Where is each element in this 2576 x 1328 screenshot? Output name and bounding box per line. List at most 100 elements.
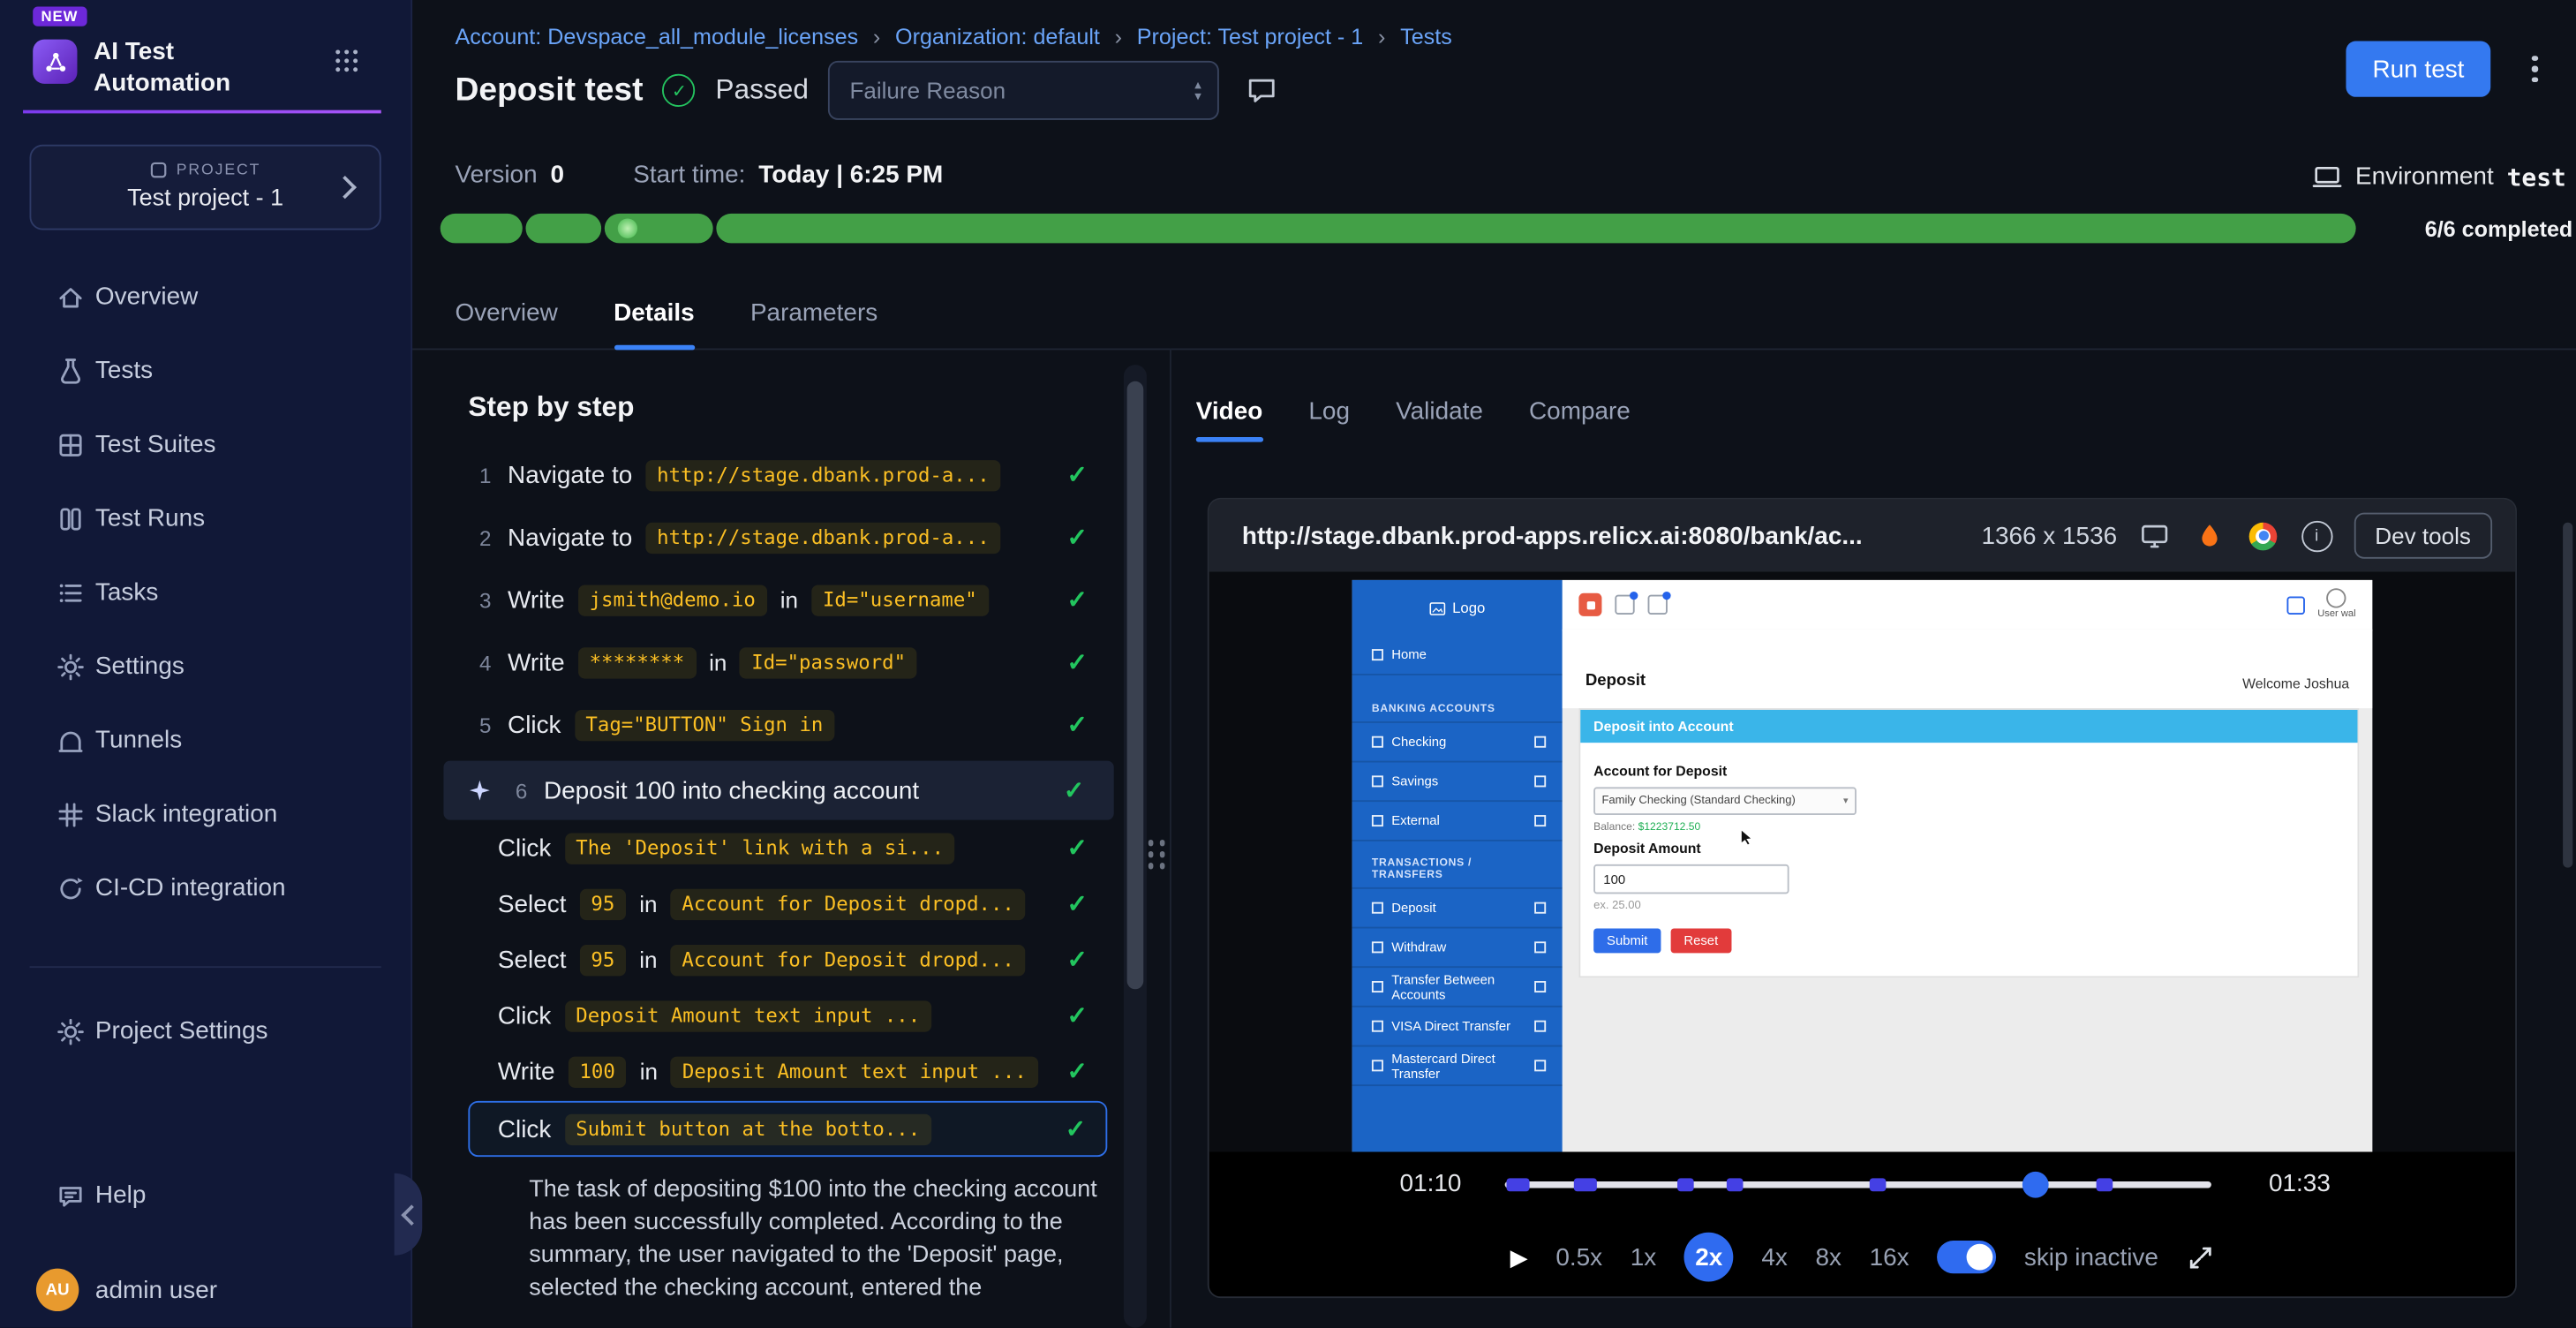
- substep-row-6-selected[interactable]: Click Submit button at the botto... ✓: [468, 1101, 1107, 1157]
- bank-topbar: User wal: [1563, 580, 2372, 631]
- skip-inactive-toggle[interactable]: [1937, 1241, 1996, 1273]
- tab-log[interactable]: Log: [1308, 397, 1350, 441]
- timeline-playhead[interactable]: [2022, 1172, 2049, 1198]
- sidebar-item-label: Overview: [95, 283, 198, 311]
- panel-divider: [1170, 349, 1171, 1328]
- speed-0_5x[interactable]: 0.5x: [1555, 1243, 1602, 1271]
- chrome-icon[interactable]: [2247, 519, 2279, 552]
- step-connector: in: [639, 891, 657, 917]
- progress-segment[interactable]: [441, 214, 523, 243]
- fullscreen-icon[interactable]: [2187, 1243, 2215, 1271]
- failure-reason-select[interactable]: Failure Reason ▴▾: [828, 61, 1219, 120]
- check-icon: ✓: [1067, 889, 1088, 918]
- tab-compare[interactable]: Compare: [1529, 397, 1631, 441]
- speed-16x[interactable]: 16x: [1870, 1243, 1909, 1271]
- steps-scrollbar-thumb[interactable]: [1127, 381, 1144, 990]
- substep-row-5[interactable]: Write 100 in Deposit Amount text input .…: [441, 1044, 1118, 1099]
- substep-row-2[interactable]: Select 95 in Account for Deposit dropd..…: [441, 876, 1118, 932]
- step-group-label: Deposit 100 into checking account: [544, 776, 919, 804]
- breadcrumb-separator: ›: [873, 25, 880, 49]
- panel-resize-handle[interactable]: [1143, 832, 1170, 878]
- dev-tools-button[interactable]: Dev tools: [2354, 513, 2492, 559]
- environment-info: Environment test: [2311, 161, 2566, 192]
- tab-validate[interactable]: Validate: [1396, 397, 1483, 441]
- sidebar-item-test-suites[interactable]: Test Suites: [0, 408, 411, 482]
- play-button[interactable]: ▶: [1510, 1243, 1528, 1271]
- page-scrollbar-thumb[interactable]: [2563, 523, 2572, 868]
- sidebar-item-slack-integration[interactable]: Slack integration: [0, 777, 411, 851]
- sidebar-item-label: Settings: [95, 653, 185, 681]
- bank-title-strip: [1563, 630, 2372, 708]
- step-target-chip: Account for Deposit dropd...: [670, 888, 1026, 919]
- breadcrumb-tests[interactable]: Tests: [1400, 25, 1452, 49]
- video-viewport[interactable]: Logo Home BANKING ACCOUNTS Checking Savi…: [1209, 572, 2515, 1152]
- user-menu[interactable]: AU admin user: [0, 1257, 411, 1323]
- bank-deposit-card: Deposit into Account Account for Deposit…: [1578, 708, 2359, 977]
- avatar: AU: [36, 1269, 79, 1311]
- timeline-marker: [1574, 1178, 1597, 1191]
- sidebar-nav-bottom: Project Settings: [0, 994, 411, 1068]
- tab-video[interactable]: Video: [1196, 397, 1263, 441]
- sidebar-item-project-settings[interactable]: Project Settings: [0, 994, 411, 1068]
- breadcrumb-project[interactable]: Project: Test project - 1: [1137, 25, 1363, 49]
- timeline-track[interactable]: [1505, 1181, 2211, 1188]
- sidebar-item-test-runs[interactable]: Test Runs: [0, 481, 411, 555]
- speed-4x[interactable]: 4x: [1761, 1243, 1787, 1271]
- status-badge: Passed: [715, 74, 809, 107]
- substep-row-3[interactable]: Select 95 in Account for Deposit dropd..…: [441, 932, 1118, 987]
- app-logo: [33, 40, 77, 84]
- comment-icon[interactable]: [1246, 74, 1278, 107]
- info-icon[interactable]: i: [2301, 520, 2332, 551]
- sidebar-item-overview[interactable]: Overview: [0, 260, 411, 334]
- timeline-marker: [1507, 1178, 1530, 1191]
- substep-row-4[interactable]: Click Deposit Amount text input ... ✓: [441, 987, 1118, 1043]
- apps-grid-icon[interactable]: [334, 48, 360, 74]
- step-row-2[interactable]: 2 Navigate to http://stage.dbank.prod-a.…: [441, 506, 1118, 569]
- new-badge: NEW: [33, 6, 86, 26]
- bank-nav-deposit: Deposit: [1352, 889, 1563, 929]
- sidebar-item-label: CI-CD integration: [95, 874, 286, 902]
- step-row-3[interactable]: 3 Write jsmith@demo.io in Id="username" …: [441, 569, 1118, 631]
- project-selector[interactable]: PROJECT Test project - 1: [29, 145, 380, 230]
- more-menu-icon[interactable]: [2523, 51, 2546, 87]
- incognito-flame-icon[interactable]: [2193, 519, 2226, 552]
- video-header: http://stage.dbank.prod-apps.relicx.ai:8…: [1209, 500, 2515, 572]
- step-target-chip: Deposit Amount text input ...: [564, 1000, 931, 1030]
- progress-segment[interactable]: [526, 214, 602, 243]
- bank-sidebar: Logo Home BANKING ACCOUNTS Checking Savi…: [1352, 580, 1563, 1152]
- step-target-chip: The 'Deposit' link with a si...: [564, 833, 955, 864]
- step-row-4[interactable]: 4 Write ******** in Id="password" ✓: [441, 631, 1118, 694]
- speed-1x[interactable]: 1x: [1631, 1243, 1656, 1271]
- sidebar-item-tunnels[interactable]: Tunnels: [0, 703, 411, 777]
- progress-segment[interactable]: [716, 214, 2355, 243]
- main-content: Account: Devspace_all_module_licenses › …: [411, 0, 2576, 1328]
- sidebar-item-cicd-integration[interactable]: CI-CD integration: [0, 851, 411, 925]
- breadcrumb-account[interactable]: Account: Devspace_all_module_licenses: [455, 25, 858, 49]
- tab-details[interactable]: Details: [614, 299, 695, 349]
- bank-transactions-header: TRANSACTIONS / TRANSFERS: [1352, 841, 1563, 889]
- speed-2x-active[interactable]: 2x: [1684, 1233, 1734, 1282]
- run-test-button[interactable]: Run test: [2346, 42, 2491, 97]
- step-row-5[interactable]: 5 Click Tag="BUTTON" Sign in ✓: [441, 693, 1118, 756]
- step-row-1[interactable]: 1 Navigate to http://stage.dbank.prod-a.…: [441, 443, 1118, 506]
- sidebar-item-tests[interactable]: Tests: [0, 334, 411, 408]
- sidebar-item-help[interactable]: Help: [0, 1158, 411, 1233]
- monitor-icon[interactable]: [2138, 519, 2171, 552]
- substep-row-1[interactable]: Click The 'Deposit' link with a si... ✓: [441, 820, 1118, 876]
- step-group-row[interactable]: 6 Deposit 100 into checking account ✓: [443, 761, 1113, 820]
- step-action: Write: [498, 1058, 555, 1086]
- step-action: Click: [508, 711, 561, 739]
- tab-overview[interactable]: Overview: [455, 299, 557, 349]
- check-icon: ✓: [1067, 1057, 1088, 1086]
- sidebar-item-tasks[interactable]: Tasks: [0, 555, 411, 630]
- step-value-chip: jsmith@demo.io: [578, 585, 767, 615]
- speed-8x[interactable]: 8x: [1815, 1243, 1841, 1271]
- progress-segment[interactable]: [605, 214, 713, 243]
- sidebar-item-label: Tests: [95, 357, 153, 385]
- sidebar: NEW AI Test Automation PROJECT Test p: [0, 0, 412, 1328]
- breadcrumb-organization[interactable]: Organization: default: [895, 25, 1100, 49]
- step-action: Write: [508, 648, 565, 676]
- environment-value: test: [2507, 162, 2566, 191]
- tab-parameters[interactable]: Parameters: [750, 299, 877, 349]
- sidebar-item-settings[interactable]: Settings: [0, 630, 411, 704]
